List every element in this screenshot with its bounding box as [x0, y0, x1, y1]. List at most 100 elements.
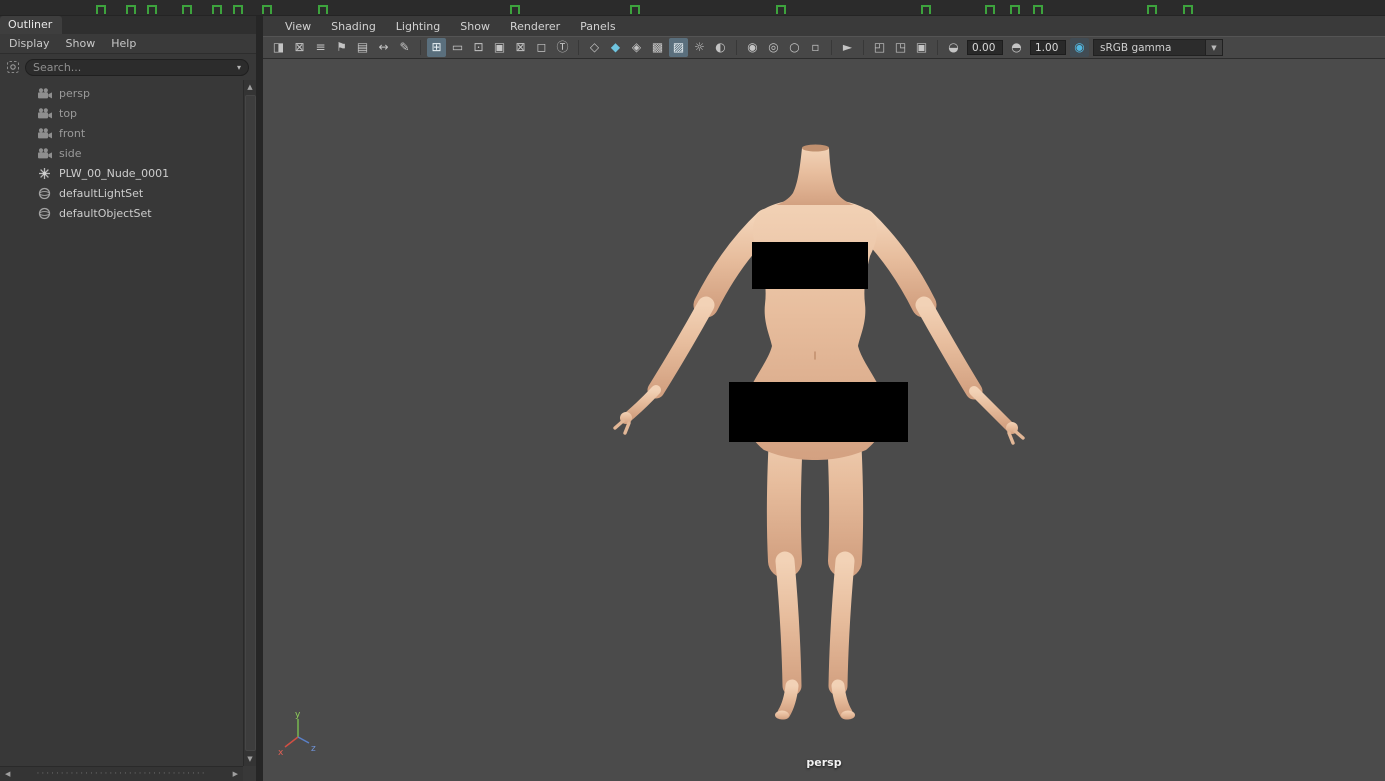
safe-action-icon[interactable]: ◻	[532, 38, 551, 57]
scrollbar-grip[interactable]: ···································	[37, 769, 207, 779]
view-transform-select[interactable]: sRGB gamma ▼	[1093, 39, 1223, 56]
tear-off-copy-icon[interactable]: ◰	[870, 38, 889, 57]
camera-icon	[37, 128, 52, 139]
two-d-pan-zoom-icon[interactable]: ↔	[374, 38, 393, 57]
use-all-lights-icon[interactable]: ☼	[690, 38, 709, 57]
shelf-fragment-icon	[233, 5, 243, 14]
outliner-item-default-light-set[interactable]: defaultLightSet	[0, 183, 241, 203]
chevron-down-icon[interactable]: ▼	[1205, 40, 1222, 55]
scroll-right-icon[interactable]: ▶	[231, 767, 240, 781]
occlusion-icon[interactable]: ◉	[743, 38, 762, 57]
menu-show[interactable]: Show	[64, 37, 106, 50]
textured-icon[interactable]: ▩	[648, 38, 667, 57]
film-gate-icon[interactable]: ▭	[448, 38, 467, 57]
gamma-input[interactable]: 1.00	[1030, 40, 1066, 55]
menu-renderer[interactable]: Renderer	[500, 20, 570, 33]
chevron-down-icon[interactable]: ▾	[237, 63, 241, 72]
menu-panels[interactable]: Panels	[570, 20, 625, 33]
camera-icon	[37, 88, 52, 99]
toolbar-separator	[578, 40, 579, 55]
outliner-item-label: persp	[59, 87, 90, 100]
censor-bar-chest	[752, 242, 868, 289]
toolbar-separator	[937, 40, 938, 55]
outliner-search-row: Search... ▾	[0, 54, 256, 80]
bookmark-icon[interactable]: ⚑	[332, 38, 351, 57]
axis-y-label: y	[295, 710, 301, 720]
search-input[interactable]: Search... ▾	[25, 59, 249, 76]
outliner-item-default-object-set[interactable]: defaultObjectSet	[0, 203, 241, 223]
menu-lighting[interactable]: Lighting	[386, 20, 450, 33]
quality-swatch-icon[interactable]: ▫	[806, 38, 825, 57]
scroll-down-icon[interactable]: ▼	[245, 752, 254, 766]
smooth-shade-icon[interactable]: ◆	[606, 38, 625, 57]
outliner-item-persp[interactable]: persp	[0, 83, 241, 103]
outliner-panel: Outliner Display Show Help Search... ▾	[0, 16, 256, 781]
safe-title-icon[interactable]: Ⓣ	[553, 38, 572, 57]
outliner-item-front[interactable]: front	[0, 123, 241, 143]
wireframe-icon[interactable]: ◇	[585, 38, 604, 57]
menu-view[interactable]: View	[275, 20, 321, 33]
gate-mask-icon[interactable]: ▣	[490, 38, 509, 57]
menu-show[interactable]: Show	[450, 20, 500, 33]
shelf-fragment-icon	[1147, 5, 1157, 14]
outliner-item-mesh[interactable]: PLW_00_Nude_0001	[0, 163, 241, 183]
outliner-item-top[interactable]: top	[0, 103, 241, 123]
transform-icon	[37, 167, 52, 180]
outliner-tab-row: Outliner	[0, 16, 256, 34]
axis-z-label: z	[311, 744, 316, 754]
select-camera-icon[interactable]: ◨	[269, 38, 288, 57]
wireframe-on-shaded-icon[interactable]: ◈	[627, 38, 646, 57]
menu-shading[interactable]: Shading	[321, 20, 386, 33]
menu-help[interactable]: Help	[109, 37, 146, 50]
censor-bar-hips	[729, 382, 908, 442]
shelf-fragment-icon	[921, 5, 931, 14]
lock-camera-icon[interactable]: ⊠	[290, 38, 309, 57]
tab-outliner[interactable]: Outliner	[0, 16, 62, 34]
shelf-fragment-icon	[510, 5, 520, 14]
isolate-select-icon[interactable]: ►	[838, 38, 857, 57]
exposure-icon[interactable]: ◒	[944, 38, 963, 57]
model-figure[interactable]	[263, 59, 1385, 781]
viewport-toolbar-icons: ◨⊠≡⚑▤↔✎⊞▭⊡▣⊠◻Ⓣ◇◆◈▩▨☼◐◉◎○▫►◰◳▣	[268, 38, 943, 57]
toolbar-separator	[831, 40, 832, 55]
anti-alias-icon[interactable]: ○	[785, 38, 804, 57]
toolbar-separator	[736, 40, 737, 55]
camera-attributes-icon[interactable]: ≡	[311, 38, 330, 57]
scroll-left-icon[interactable]: ◀	[3, 767, 12, 781]
outliner-tree: persp top front	[0, 80, 256, 781]
outliner-item-label: side	[59, 147, 82, 160]
shadows-icon[interactable]: ◐	[711, 38, 730, 57]
panel-layout-icon[interactable]: ◳	[891, 38, 910, 57]
top-clipped-shelf	[0, 0, 1385, 16]
image-plane-icon[interactable]: ▤	[353, 38, 372, 57]
camera-icon	[37, 148, 52, 159]
scrollbar-thumb[interactable]	[245, 95, 256, 751]
grid-icon[interactable]: ⊞	[427, 38, 446, 57]
snapshot-icon[interactable]: ▣	[912, 38, 931, 57]
panel-splitter[interactable]	[256, 16, 263, 781]
gamma-icon[interactable]: ◓	[1007, 38, 1026, 57]
outliner-vertical-scrollbar[interactable]: ▲ ▼	[243, 80, 256, 766]
grease-pencil-icon[interactable]: ✎	[395, 38, 414, 57]
shelf-fragment-icon	[776, 5, 786, 14]
viewport-canvas[interactable]: y x z persp	[263, 59, 1385, 781]
outliner-horizontal-scrollbar[interactable]: ◀ ··································· ▶	[0, 766, 243, 781]
filter-icon[interactable]	[4, 59, 21, 76]
resolution-gate-icon[interactable]: ⊡	[469, 38, 488, 57]
exposure-input[interactable]: 0.00	[967, 40, 1003, 55]
menu-display[interactable]: Display	[7, 37, 60, 50]
shelf-fragment-icon	[147, 5, 157, 14]
set-icon	[37, 187, 52, 200]
shelf-fragment-icon	[262, 5, 272, 14]
xray-icon[interactable]: ▨	[669, 38, 688, 57]
scroll-up-icon[interactable]: ▲	[245, 80, 254, 94]
shelf-fragment-icon	[1183, 5, 1193, 14]
outliner-item-label: front	[59, 127, 85, 140]
field-chart-icon[interactable]: ⊠	[511, 38, 530, 57]
outliner-item-side[interactable]: side	[0, 143, 241, 163]
viewport-panel: View Shading Lighting Show Renderer Pane…	[263, 16, 1385, 781]
shelf-fragment-icon	[126, 5, 136, 14]
camera-icon	[37, 108, 52, 119]
color-management-icon[interactable]: ◉	[1070, 38, 1089, 57]
motion-blur-icon[interactable]: ◎	[764, 38, 783, 57]
